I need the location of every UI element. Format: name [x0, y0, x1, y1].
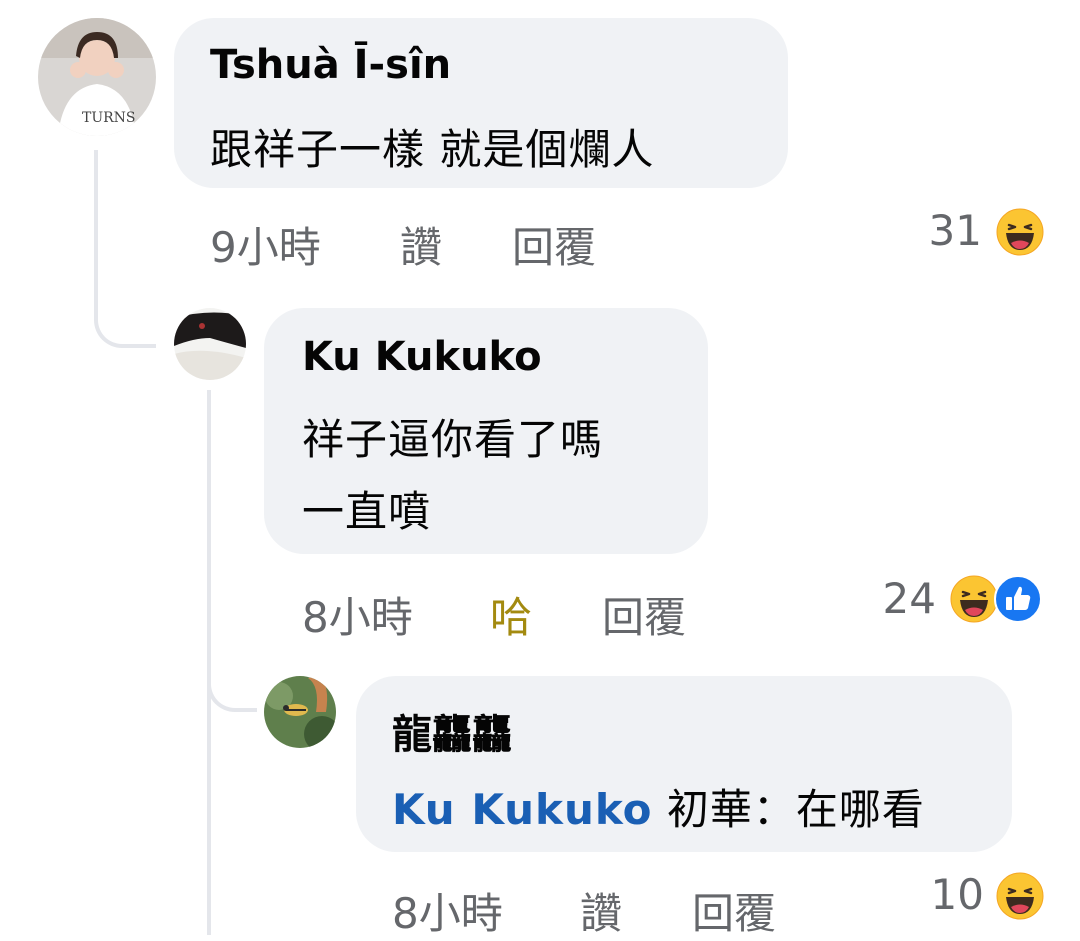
like-icon[interactable]: [994, 575, 1042, 627]
comment-timestamp[interactable]: 8小時: [302, 584, 413, 645]
like-button[interactable]: 讚: [580, 880, 622, 941]
comment-author[interactable]: Tshuà Ī-sîn: [210, 42, 451, 88]
comment-timestamp[interactable]: 9小時: [210, 214, 321, 275]
reply-button[interactable]: 回覆: [512, 214, 596, 275]
reaction-button-haha[interactable]: 哈: [490, 584, 532, 645]
reply-button[interactable]: 回覆: [692, 880, 776, 941]
avatar[interactable]: TURNS: [38, 18, 156, 136]
avatar[interactable]: [174, 308, 246, 380]
thread-line: [94, 150, 98, 315]
reaction-count[interactable]: 31: [912, 206, 982, 255]
comment-text: 祥子逼你看了嗎: [302, 415, 604, 464]
like-button[interactable]: 讚: [400, 214, 442, 275]
comment-text: Ku Kukuko 初華：在哪看: [392, 776, 925, 837]
reaction-count[interactable]: 24: [866, 574, 936, 623]
comment-text: 跟祥子一樣 就是個爛人: [210, 125, 655, 174]
haha-icon[interactable]: [950, 575, 998, 627]
comment-author[interactable]: Ku Kukuko: [302, 334, 542, 380]
mention-link[interactable]: Ku Kukuko: [392, 785, 653, 834]
comment-timestamp[interactable]: 8小時: [392, 880, 503, 941]
comment-text: 一直噴: [302, 487, 432, 536]
thread-curve: [207, 660, 257, 712]
svg-text:TURNS: TURNS: [82, 110, 136, 126]
reaction-count[interactable]: 10: [914, 870, 984, 919]
haha-icon[interactable]: [996, 872, 1044, 924]
avatar[interactable]: [264, 676, 336, 748]
thread-curve: [94, 300, 156, 348]
comment-author[interactable]: 龍龘龘: [392, 702, 512, 760]
reply-button[interactable]: 回覆: [602, 584, 686, 645]
comment-text-body: 初華：在哪看: [666, 785, 925, 834]
haha-icon[interactable]: [996, 208, 1044, 260]
